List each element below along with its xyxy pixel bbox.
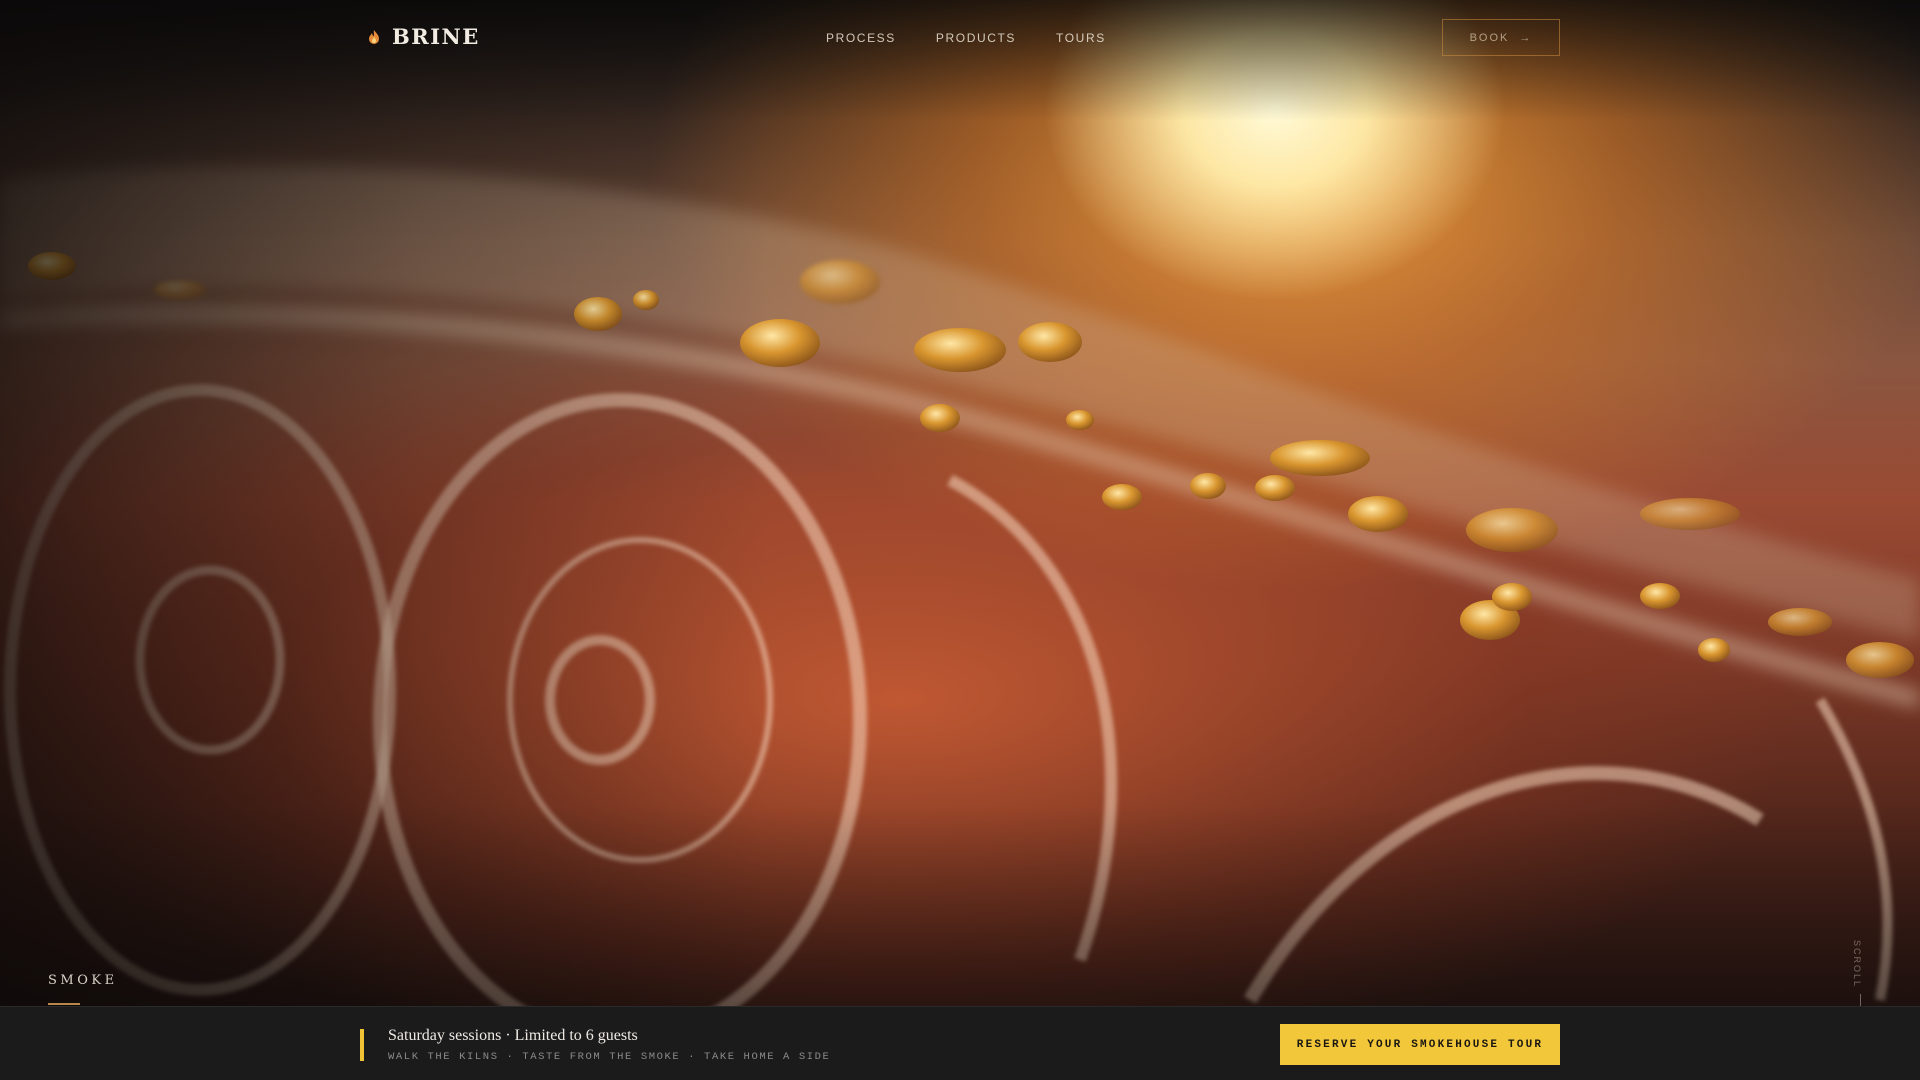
nav-item-tours[interactable]: TOURS [1056, 31, 1106, 45]
booking-bar-subtitle: WALK THE KILNS · TASTE FROM THE SMOKE · … [388, 1051, 831, 1063]
scroll-label: SCROLL [1852, 940, 1862, 989]
brand-name: BRINE [392, 24, 480, 49]
brand-logo[interactable]: BRINE [366, 24, 480, 49]
booking-bar-title: Saturday sessions · Limited to 6 guests [388, 1027, 638, 1044]
section-label: SMOKE [48, 973, 118, 988]
book-button-label: BOOK [1469, 31, 1510, 44]
booking-bar: Saturday sessions · Limited to 6 guests … [0, 1006, 1920, 1080]
nav-item-products[interactable]: PRODUCTS [936, 31, 1016, 45]
book-button[interactable]: BOOK → [1442, 19, 1560, 56]
flame-icon [369, 29, 379, 44]
hero-image [0, 0, 1920, 1006]
arrow-right-icon: → [1519, 31, 1533, 44]
reserve-tour-button[interactable]: RESERVE YOUR SMOKEHOUSE TOUR [1280, 1024, 1560, 1065]
main-nav: PROCESS PRODUCTS TOURS [826, 31, 1106, 45]
section-underline [48, 1003, 80, 1005]
scroll-indicator[interactable]: SCROLL [1852, 940, 1872, 1010]
accent-bar [360, 1029, 364, 1061]
nav-item-process[interactable]: PROCESS [826, 31, 896, 45]
hero-vignette [0, 0, 1920, 1006]
